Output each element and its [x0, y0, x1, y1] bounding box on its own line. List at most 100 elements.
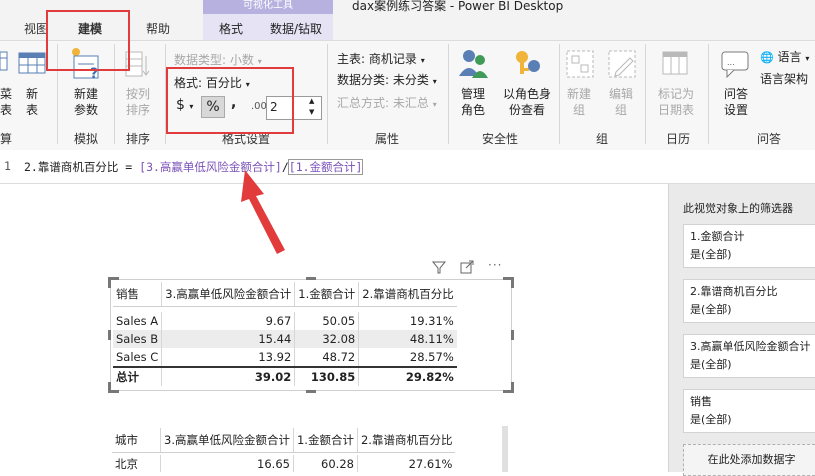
table-visual-sales[interactable]: 销售 3.高赢单低风险金额合计 1.金额合计 2.靠谱商机百分比 Sales A… — [108, 277, 514, 393]
mark-as-date-table-label-2[interactable]: 日期表 — [652, 102, 700, 118]
formula-text[interactable]: 2.靠谱商机百分比 = [3.高赢单低风险金额合计]/[1.金额合计] — [24, 159, 364, 175]
resize-handle[interactable] — [108, 382, 119, 393]
group-label-calendar: 日历 — [666, 132, 691, 146]
filter-icon[interactable] — [431, 260, 447, 274]
tab-data-drill[interactable]: 数据/钻取 — [270, 20, 322, 37]
mark-as-date-table-label-1[interactable]: 标记为 — [652, 86, 700, 102]
filter-state: 是(全部) — [690, 413, 732, 426]
manage-roles-label-2[interactable]: 角色 — [456, 102, 490, 118]
new-table-label-1[interactable]: 新 — [18, 86, 46, 102]
left-partial-label-1[interactable]: 菜 — [0, 86, 12, 102]
edit-group-label-1[interactable]: 编辑 — [604, 86, 638, 102]
column-header[interactable]: 1.金额合计 — [294, 282, 360, 307]
column-header[interactable]: 3.高赢单低风险金额合计 — [160, 428, 294, 453]
filter-field-name: 销售 — [690, 395, 712, 408]
tab-view[interactable]: 视图 — [24, 20, 48, 37]
highlight-box-format — [166, 67, 294, 134]
filter-field-name: 1.金额合计 — [690, 230, 745, 243]
home-table-dropdown[interactable]: 主表: 商机记录 ▾ — [337, 50, 425, 67]
linguistic-schema-dropdown[interactable]: 语言架构 — [760, 70, 808, 87]
column-header[interactable]: 1.金额合计 — [293, 428, 358, 453]
manage-roles-icon — [458, 48, 490, 81]
separator — [448, 44, 449, 144]
sales-table: 销售 3.高赢单低风险金额合计 1.金额合计 2.靠谱商机百分比 Sales A… — [113, 282, 457, 386]
filter-card[interactable]: 1.金额合计 是(全部) — [683, 224, 815, 268]
resize-handle[interactable] — [108, 330, 111, 340]
group-label-calc-partial: 算 — [0, 132, 13, 146]
chevron-down-icon: ▾ — [432, 77, 437, 86]
sort-by-column-label-1[interactable]: 按列 — [118, 86, 158, 102]
resize-handle[interactable] — [503, 382, 514, 393]
tab-format[interactable]: 格式 — [219, 20, 243, 37]
table-visual-city[interactable]: 城市 3.高赢单低风险金额合计 1.金额合计 2.靠谱商机百分比 北京 16.6… — [110, 426, 510, 472]
resize-handle[interactable] — [108, 277, 119, 288]
focus-mode-icon[interactable] — [460, 260, 474, 274]
edit-group-icon — [608, 50, 636, 81]
formula-line-number: 1 — [4, 159, 11, 173]
table-row[interactable]: Sales B 15.44 32.08 48.11% — [113, 330, 457, 348]
table-icon-partial — [0, 50, 8, 75]
mark-as-date-table-icon — [662, 48, 690, 81]
manage-roles-label-1[interactable]: 管理 — [456, 86, 490, 102]
filter-state: 是(全部) — [690, 303, 732, 316]
data-category-dropdown[interactable]: 数据分类: 未分类 ▾ — [337, 71, 437, 88]
more-options-icon[interactable]: ··· — [488, 258, 502, 272]
table-header-row: 城市 3.高赢单低风险金额合计 1.金额合计 2.靠谱商机百分比 — [112, 428, 456, 453]
column-header[interactable]: 3.高赢单低风险金额合计 — [161, 282, 296, 307]
table-row[interactable]: Sales A 9.67 50.05 19.31% — [113, 312, 457, 330]
table-cell: 27.61% — [408, 457, 453, 471]
formula-bar[interactable]: 1 2.靠谱商机百分比 = [3.高赢单低风险金额合计]/[1.金额合计] — [0, 150, 815, 184]
tab-help[interactable]: 帮助 — [146, 20, 170, 37]
stepper-down-icon[interactable]: ▼ — [309, 108, 314, 116]
new-table-label-2[interactable]: 表 — [18, 102, 46, 118]
table-row[interactable]: Sales C 13.92 48.72 28.57% — [113, 348, 457, 367]
resize-handle[interactable] — [306, 277, 316, 280]
summarize-by-dropdown[interactable]: 汇总方式: 未汇总 ▾ — [337, 94, 437, 111]
add-data-fields-dropzone[interactable]: 在此处添加数据字 — [683, 444, 815, 476]
filter-card[interactable]: 销售 是(全部) — [683, 389, 815, 433]
edit-group-label-2[interactable]: 组 — [604, 102, 638, 118]
column-header[interactable]: 销售 — [113, 282, 163, 307]
separator — [327, 44, 328, 144]
separator — [708, 44, 709, 144]
qa-setup-icon: ... — [721, 50, 751, 81]
total-cell: 39.02 — [161, 366, 296, 386]
new-parameter-label-2[interactable]: 参数 — [66, 102, 106, 118]
table-row[interactable]: 北京 16.65 60.28 27.61% — [112, 455, 455, 472]
new-group-label-2[interactable]: 组 — [562, 102, 596, 118]
qa-setup-label-2[interactable]: 设置 — [716, 102, 756, 118]
total-cell: 总计 — [113, 366, 163, 386]
report-canvas[interactable]: ··· 销售 3.高赢单低风险金额合计 1.金额合计 2.靠谱商机百分比 Sal… — [0, 170, 668, 472]
column-header[interactable]: 2.靠谱商机百分比 — [357, 428, 456, 453]
vertical-scrollbar[interactable] — [502, 426, 508, 472]
table-cell: Sales A — [113, 312, 163, 330]
table-cell: Sales C — [113, 348, 163, 367]
language-label: 语言 — [777, 50, 802, 64]
resize-handle[interactable] — [511, 330, 514, 340]
table-cell: 50.05 — [294, 312, 360, 330]
view-as-role-label-1[interactable]: 以角色身 — [497, 86, 557, 102]
column-header[interactable]: 城市 — [112, 428, 161, 453]
filter-pane-title: 此视觉对象上的筛选器 — [683, 202, 793, 215]
measure-name: 2.靠谱商机百分比 — [24, 160, 119, 174]
filter-card[interactable]: 2.靠谱商机百分比 是(全部) — [683, 279, 815, 323]
qa-setup-label-1[interactable]: 问答 — [716, 86, 756, 102]
filter-card[interactable]: 3.高赢单低风险金额合计 是(全部) — [683, 334, 815, 378]
highlight-box-modeling — [46, 10, 130, 71]
left-partial-label-2[interactable]: 表 — [0, 102, 12, 118]
new-group-label-1[interactable]: 新建 — [562, 86, 596, 102]
group-label-qa: 问答 — [757, 132, 782, 146]
column-header[interactable]: 2.靠谱商机百分比 — [358, 282, 457, 307]
filter-field-name: 3.高赢单低风险金额合计 — [690, 340, 811, 353]
separator — [559, 44, 560, 144]
resize-handle[interactable] — [306, 390, 316, 393]
resize-handle[interactable] — [503, 277, 514, 288]
sort-by-column-label-2[interactable]: 排序 — [118, 102, 158, 118]
data-type-label: 数据类型: 小数 — [174, 53, 254, 67]
stepper-up-icon[interactable]: ▲ — [309, 97, 314, 105]
view-as-role-label-2[interactable]: 份查看 — [497, 102, 557, 118]
data-type-dropdown[interactable]: 数据类型: 小数 ▾ — [174, 51, 262, 68]
language-dropdown[interactable]: 🌐 语言 ▾ — [760, 48, 809, 65]
table-cell: 9.67 — [161, 312, 296, 330]
new-parameter-label-1[interactable]: 新建 — [66, 86, 106, 102]
